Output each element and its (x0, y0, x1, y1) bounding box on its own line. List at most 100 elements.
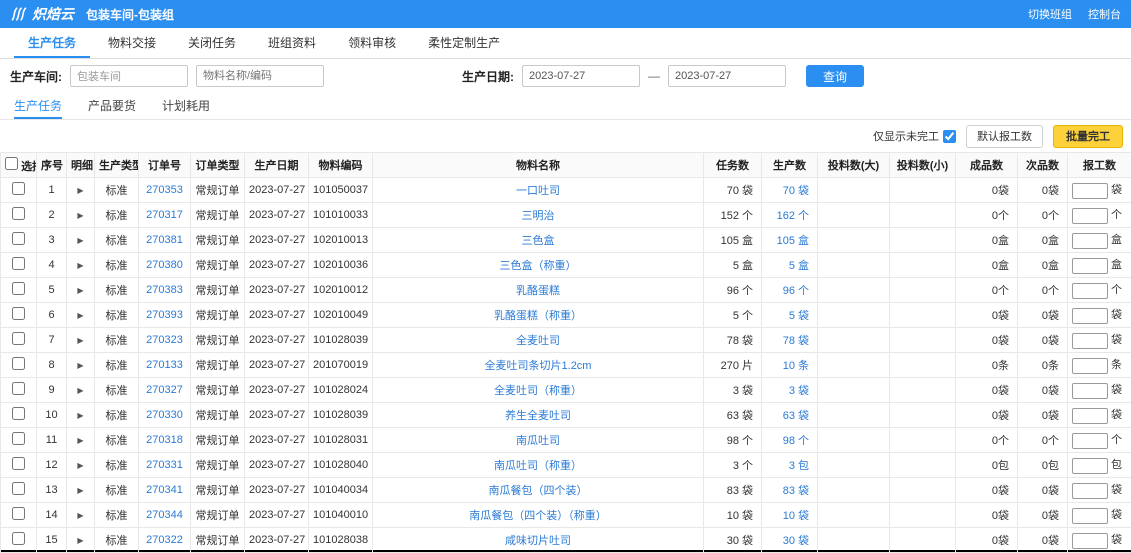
tab-requisition-review[interactable]: 领料审核 (334, 28, 410, 58)
row-select-checkbox[interactable] (12, 507, 25, 520)
report-count-input[interactable] (1072, 333, 1108, 349)
row-select-checkbox[interactable] (12, 182, 25, 195)
order-number-link[interactable]: 270344 (139, 503, 191, 528)
report-count-input[interactable] (1072, 533, 1108, 549)
subtab-planned-consumption[interactable]: 计划耗用 (162, 93, 210, 119)
row-select-checkbox[interactable] (12, 257, 25, 270)
row-select-checkbox[interactable] (12, 207, 25, 220)
expand-row-icon[interactable]: ▶ (77, 311, 83, 320)
expand-row-icon[interactable]: ▶ (77, 186, 83, 195)
material-name-link[interactable]: 南瓜餐包（四个装）（称重） (373, 503, 704, 528)
order-number-link[interactable]: 270381 (139, 228, 191, 253)
order-number-link[interactable]: 270330 (139, 403, 191, 428)
expand-row-icon[interactable]: ▶ (77, 286, 83, 295)
order-number-link[interactable]: 270317 (139, 203, 191, 228)
material-name-link[interactable]: 全麦吐司条切片1.2cm (373, 353, 704, 378)
row-select-checkbox[interactable] (12, 307, 25, 320)
material-name-link[interactable]: 南瓜吐司 (373, 428, 704, 453)
report-count-input[interactable] (1072, 433, 1108, 449)
expand-row-icon[interactable]: ▶ (77, 386, 83, 395)
row-select-checkbox[interactable] (12, 532, 25, 545)
report-count-input[interactable] (1072, 233, 1108, 249)
material-name-link[interactable]: 一口吐司 (373, 178, 704, 203)
tab-production-tasks[interactable]: 生产任务 (14, 28, 90, 58)
switch-group-link[interactable]: 切换班组 (1028, 6, 1072, 22)
order-number-link[interactable]: 270393 (139, 303, 191, 328)
order-number-link[interactable]: 270318 (139, 428, 191, 453)
order-number-link[interactable]: 270383 (139, 278, 191, 303)
row-select-checkbox[interactable] (12, 407, 25, 420)
material-name-link[interactable]: 三明治 (373, 203, 704, 228)
report-count-input[interactable] (1072, 308, 1108, 324)
expand-row-icon[interactable]: ▶ (77, 336, 83, 345)
expand-row-icon[interactable]: ▶ (77, 236, 83, 245)
report-count-input[interactable] (1072, 483, 1108, 499)
row-select-checkbox[interactable] (12, 432, 25, 445)
material-name-link[interactable]: 三色盒 (373, 228, 704, 253)
select-all-checkbox[interactable] (5, 157, 18, 170)
row-prod-type: 标准 (95, 378, 139, 403)
row-unit-label: 袋 (1111, 534, 1122, 546)
date-to-input[interactable] (668, 65, 786, 87)
row-select-checkbox[interactable] (12, 232, 25, 245)
tab-close-tasks[interactable]: 关闭任务 (174, 28, 250, 58)
report-count-input[interactable] (1072, 458, 1108, 474)
row-select-checkbox[interactable] (12, 357, 25, 370)
row-select-checkbox[interactable] (12, 482, 25, 495)
only-unfinished-toggle[interactable]: 仅显示未完工 (873, 128, 956, 144)
report-count-input[interactable] (1072, 408, 1108, 424)
tab-team-data[interactable]: 班组资料 (254, 28, 330, 58)
expand-row-icon[interactable]: ▶ (77, 511, 83, 520)
expand-row-icon[interactable]: ▶ (77, 436, 83, 445)
expand-row-icon[interactable]: ▶ (77, 211, 83, 220)
order-number-link[interactable]: 270341 (139, 478, 191, 503)
material-name-link[interactable]: 乳酪蛋糕 (373, 278, 704, 303)
material-name-link[interactable]: 全麦吐司 (373, 328, 704, 353)
order-number-link[interactable]: 270353 (139, 178, 191, 203)
only-unfinished-checkbox[interactable] (943, 130, 956, 143)
default-report-count-button[interactable]: 默认报工数 (966, 125, 1043, 148)
date-from-input[interactable] (522, 65, 640, 87)
batch-complete-button[interactable]: 批量完工 (1053, 125, 1123, 148)
subtab-production-tasks[interactable]: 生产任务 (14, 93, 62, 119)
order-number-link[interactable]: 270323 (139, 328, 191, 353)
tab-flexible-production[interactable]: 柔性定制生产 (414, 28, 514, 58)
row-select-checkbox[interactable] (12, 457, 25, 470)
report-count-input[interactable] (1072, 383, 1108, 399)
order-number-link[interactable]: 270322 (139, 528, 191, 553)
report-count-input[interactable] (1072, 508, 1108, 524)
report-count-input[interactable] (1072, 183, 1108, 199)
report-count-input[interactable] (1072, 358, 1108, 374)
report-count-input[interactable] (1072, 283, 1108, 299)
expand-row-icon[interactable]: ▶ (77, 411, 83, 420)
expand-row-icon[interactable]: ▶ (77, 536, 83, 545)
material-name-link[interactable]: 南瓜餐包（四个装） (373, 478, 704, 503)
material-name-link[interactable]: 全麦吐司（称重） (373, 378, 704, 403)
subtab-product-demand[interactable]: 产品要货 (88, 93, 136, 119)
material-name-link[interactable]: 咸味切片吐司 (373, 528, 704, 553)
material-name-link[interactable]: 养生全麦吐司 (373, 403, 704, 428)
row-select-checkbox[interactable] (12, 332, 25, 345)
material-name-link[interactable]: 乳酪蛋糕（称重） (373, 303, 704, 328)
report-count-input[interactable] (1072, 208, 1108, 224)
order-number-link[interactable]: 270133 (139, 353, 191, 378)
material-name-link[interactable]: 三色盒（称重） (373, 253, 704, 278)
expand-row-icon[interactable]: ▶ (77, 461, 83, 470)
order-number-link[interactable]: 270380 (139, 253, 191, 278)
material-search-input[interactable] (196, 65, 324, 87)
order-number-link[interactable]: 270331 (139, 453, 191, 478)
query-button[interactable]: 查询 (806, 65, 864, 87)
expand-row-icon[interactable]: ▶ (77, 261, 83, 270)
row-select-checkbox[interactable] (12, 382, 25, 395)
expand-row-icon[interactable]: ▶ (77, 486, 83, 495)
workshop-input[interactable] (70, 65, 188, 87)
report-count-input[interactable] (1072, 258, 1108, 274)
row-select-checkbox[interactable] (12, 282, 25, 295)
tab-material-handover[interactable]: 物料交接 (94, 28, 170, 58)
order-number-link[interactable]: 270327 (139, 378, 191, 403)
row-order-type: 常规订单 (191, 403, 245, 428)
material-name-link[interactable]: 南瓜吐司（称重） (373, 453, 704, 478)
console-link[interactable]: 控制台 (1088, 6, 1121, 22)
expand-row-icon[interactable]: ▶ (77, 361, 83, 370)
row-feed-large (818, 528, 890, 553)
